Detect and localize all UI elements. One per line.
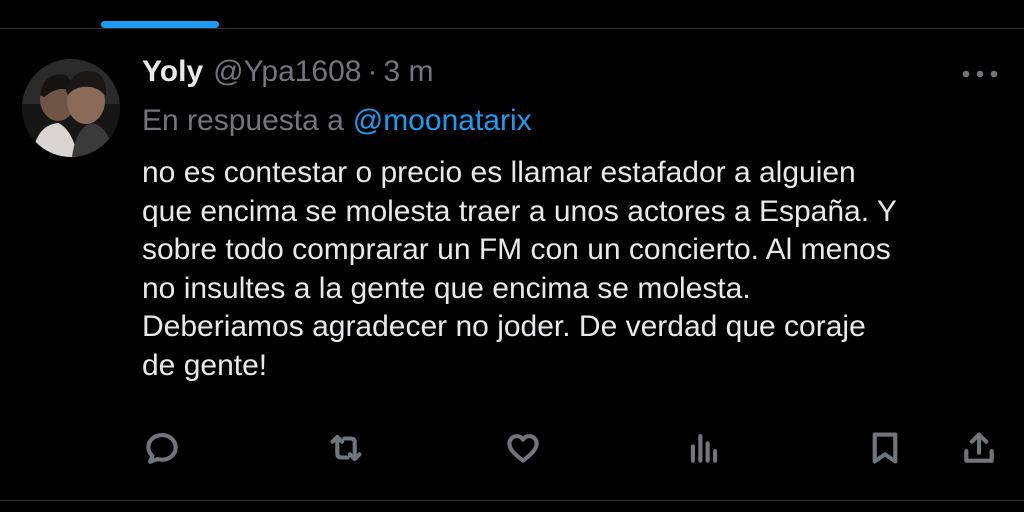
retweet-icon	[330, 434, 362, 462]
reply-button[interactable]	[138, 424, 186, 472]
bookmark-icon	[872, 432, 898, 464]
bookmark-button[interactable]	[861, 424, 909, 472]
bottom-divider	[0, 500, 1024, 501]
avatar-image	[22, 59, 120, 157]
reply-prefix: En respuesta a	[142, 104, 344, 137]
more-dots-icon	[962, 70, 998, 78]
reply-context: En respuesta a @moonatarix	[142, 101, 532, 141]
separator-dot: ·	[367, 55, 378, 88]
share-icon	[964, 432, 994, 463]
display-name[interactable]: Yoly	[142, 55, 203, 89]
reply-to-handle[interactable]: @moonatarix	[353, 104, 532, 138]
bar-chart-icon	[690, 434, 718, 463]
top-divider	[0, 28, 1024, 29]
active-tab-indicator	[101, 21, 219, 28]
tweet-header: Yoly @Ypa1608 · 3 m	[142, 52, 434, 92]
avatar[interactable]	[22, 59, 120, 157]
timestamp[interactable]: 3 m	[384, 55, 434, 89]
more-options-button[interactable]	[960, 64, 1000, 84]
views-button[interactable]	[680, 424, 728, 472]
comment-icon	[146, 432, 178, 464]
like-button[interactable]	[499, 424, 547, 472]
heart-icon	[507, 434, 539, 463]
share-button[interactable]	[955, 424, 1003, 472]
retweet-button[interactable]	[322, 424, 370, 472]
tweet-text: no es contestar o precio es llamar estaf…	[142, 156, 897, 382]
user-handle[interactable]: @Ypa1608	[213, 55, 361, 89]
